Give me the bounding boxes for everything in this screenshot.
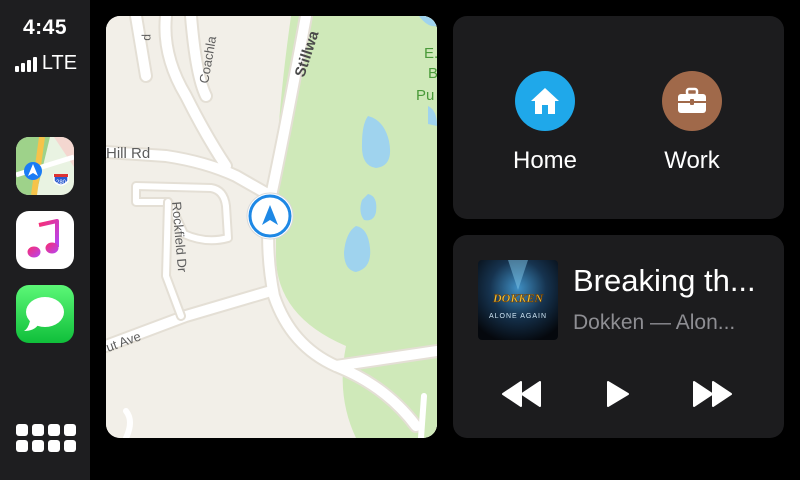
play-icon[interactable] (596, 377, 640, 411)
messages-app-icon[interactable] (16, 285, 74, 343)
now-playing-card: DOKKEN ALONE AGAIN Breaking th... Dokken… (453, 235, 784, 438)
network-type: LTE (41, 52, 78, 74)
album-name: ALONE AGAIN (489, 313, 547, 320)
status-signal: LTE (6, 52, 86, 75)
track-artist-album: Dokken — Alon... (573, 311, 736, 334)
label-park-3: Pu (416, 87, 434, 104)
navigation-arrow-icon[interactable] (246, 192, 294, 240)
app-grid-icon[interactable] (16, 424, 76, 460)
carplay-screen: 4:45 LTE 280 Hill Rd Coachla Stillwa Roc… (0, 0, 800, 480)
maps-badge: 280 (56, 180, 67, 186)
track-title: Breaking th... (573, 263, 756, 298)
music-app-icon[interactable] (16, 211, 74, 269)
home-destination-button[interactable]: Home (485, 71, 605, 175)
signal-bars-icon (14, 56, 37, 72)
rewind-icon[interactable] (500, 377, 544, 411)
fast-forward-icon[interactable] (690, 377, 734, 411)
label-top-fragment: p (141, 34, 155, 41)
maps-app-icon[interactable]: 280 (16, 137, 74, 195)
album-band: DOKKEN (492, 291, 544, 305)
briefcase-icon (662, 71, 722, 131)
destinations-card: Home Work (453, 16, 784, 219)
map-view[interactable]: Hill Rd Coachla Stillwa Rockfield Dr ut … (106, 16, 437, 438)
status-time: 4:45 (22, 16, 68, 39)
work-destination-button[interactable]: Work (632, 71, 752, 175)
sidebar: 4:45 LTE 280 (0, 0, 90, 480)
home-label: Home (512, 147, 578, 174)
label-park-1: E. (424, 45, 437, 62)
label-park-2: B (428, 65, 437, 82)
album-art[interactable]: DOKKEN ALONE AGAIN (478, 260, 558, 340)
work-label: Work (664, 147, 720, 174)
house-icon (515, 71, 575, 131)
label-hill-rd: Hill Rd (106, 145, 150, 162)
